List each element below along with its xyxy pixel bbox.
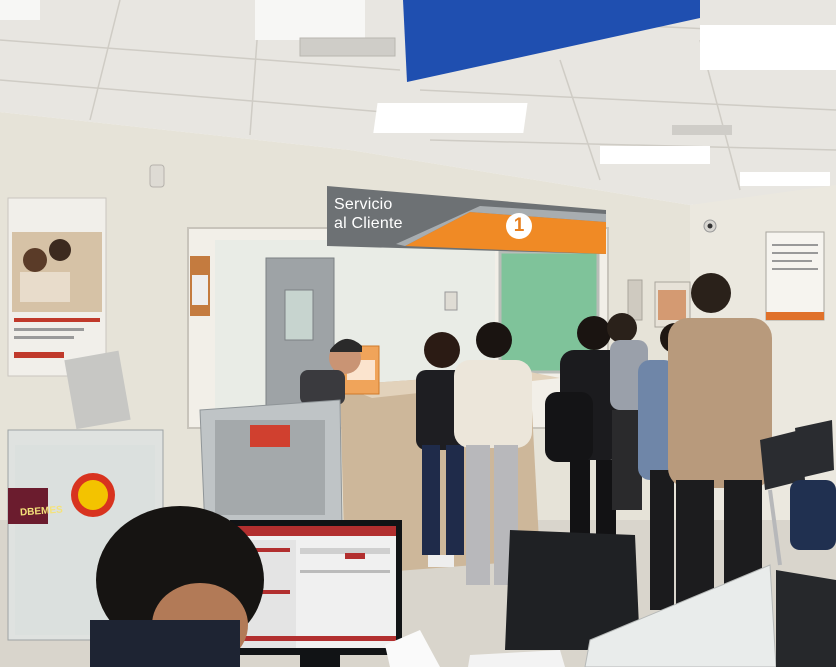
service-banner-text: Servicio al Cliente (334, 195, 403, 233)
left-poster (7, 197, 107, 377)
bank-customer-service-photo: Servicio al Cliente 1 DBEMES (0, 0, 836, 667)
service-banner-line1: Servicio (334, 196, 393, 213)
ceiling-light-icon (700, 25, 836, 70)
ceiling-light-icon (740, 172, 830, 186)
security-camera-icon (703, 219, 717, 233)
sensor-device (149, 164, 165, 188)
ceiling-light-icon (600, 146, 710, 164)
scene-drawing (0, 0, 836, 667)
ceiling-light-icon (255, 0, 365, 40)
counter-number-badge: 1 (506, 213, 532, 239)
ceiling-light-icon (0, 0, 40, 20)
ceiling-light-icon (373, 103, 528, 133)
left-cabinet (199, 399, 343, 531)
right-poster (765, 231, 825, 321)
service-banner-line2: al Cliente (334, 215, 403, 232)
